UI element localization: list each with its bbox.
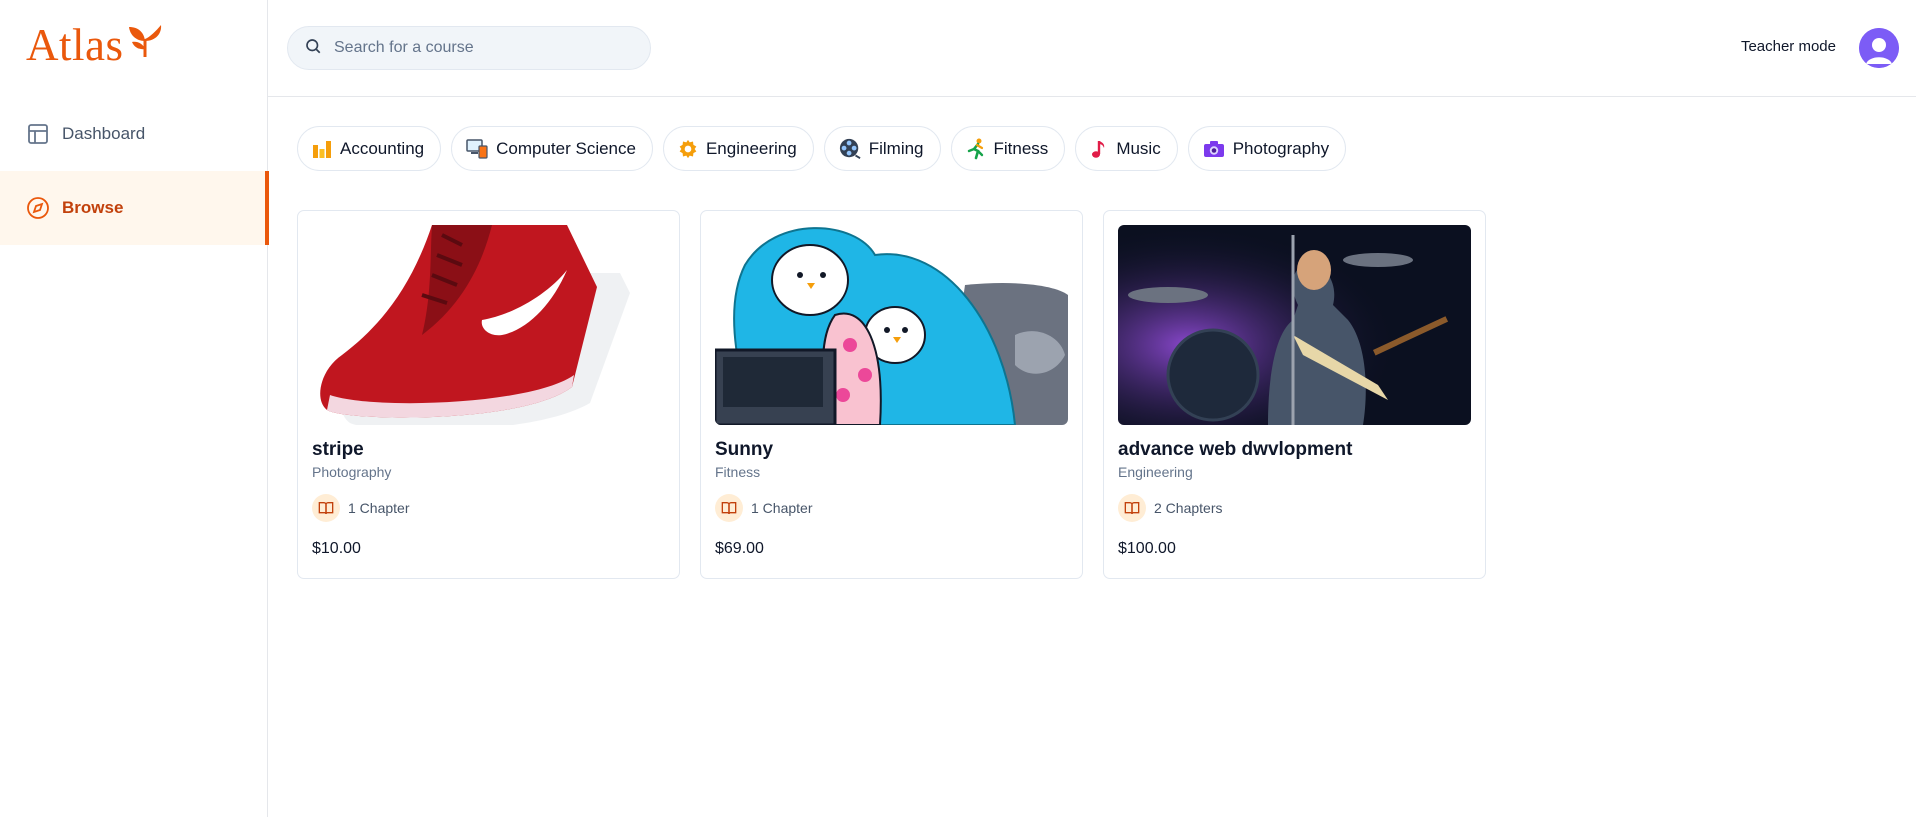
course-price: $69.00 (715, 540, 764, 557)
course-category: Fitness (715, 464, 761, 480)
category-label: Fitness (993, 138, 1049, 158)
course-category: Photography (312, 464, 392, 480)
chapter-count: 1 Chapter (312, 494, 665, 522)
category-fitness[interactable]: Fitness (950, 126, 1066, 171)
sidebar: Atlas Dashboard Browse (0, 0, 269, 817)
course-card[interactable]: Sunny Fitness 1 Chapter $69.00 (700, 210, 1083, 579)
course-card[interactable]: stripe Photography 1 Chapter $10.00 (297, 210, 680, 579)
course-title: advance web dwvlopment (1118, 439, 1353, 460)
course-card[interactable]: advance web dwvlopment Engineering 2 Cha… (1103, 210, 1486, 579)
book-open-icon (312, 494, 340, 522)
search-icon (304, 37, 322, 60)
chapter-count-label: 1 Chapter (348, 500, 410, 516)
course-title: stripe (312, 439, 364, 460)
music-note-icon (1090, 139, 1108, 159)
sidebar-nav: Dashboard Browse (0, 97, 269, 245)
camera-icon (1203, 139, 1225, 159)
app: Atlas Dashboard Browse Search for a cour… (0, 0, 1916, 817)
bar-chart-icon (312, 139, 332, 159)
category-computer-science[interactable]: Computer Science (451, 126, 653, 171)
chapter-count-label: 2 Chapters (1154, 500, 1223, 516)
category-music[interactable]: Music (1075, 126, 1178, 171)
course-category: Engineering (1118, 464, 1193, 480)
course-thumbnail (715, 225, 1068, 425)
category-label: Filming (868, 138, 924, 158)
search-box (287, 26, 651, 70)
category-label: Music (1116, 138, 1161, 158)
book-open-icon (1118, 494, 1146, 522)
layout-icon (26, 122, 50, 146)
book-open-icon (715, 494, 743, 522)
leaf-icon (126, 23, 164, 64)
logo[interactable]: Atlas (26, 22, 164, 68)
chapter-count: 1 Chapter (715, 494, 1068, 522)
category-photography[interactable]: Photography (1187, 126, 1347, 171)
category-accounting[interactable]: Accounting (297, 126, 442, 171)
category-label: Engineering (705, 138, 797, 158)
category-label: Computer Science (496, 138, 636, 158)
gear-icon (678, 139, 698, 159)
course-price: $10.00 (312, 540, 361, 557)
chapter-count-label: 1 Chapter (751, 500, 813, 516)
compass-icon (26, 196, 50, 220)
chapter-count: 2 Chapters (1118, 494, 1471, 522)
category-engineering[interactable]: Engineering (662, 126, 814, 171)
runner-icon (966, 138, 986, 160)
category-filter-bar: Accounting Computer Science Engineering (297, 126, 1347, 171)
course-price: $100.00 (1118, 540, 1176, 557)
logo-text: Atlas (26, 20, 124, 70)
sidebar-item-browse[interactable]: Browse (0, 171, 269, 245)
search-input[interactable] (334, 39, 634, 57)
course-list: stripe Photography 1 Chapter $10.00 Sunn… (297, 210, 1486, 579)
course-thumbnail (312, 225, 665, 425)
teacher-mode-button[interactable]: Teacher mode (1741, 38, 1836, 55)
category-label: Photography (1232, 138, 1330, 158)
category-filming[interactable]: Filming (823, 126, 941, 171)
top-bar: Teacher mode (268, 0, 1916, 97)
course-thumbnail (1118, 225, 1471, 425)
devices-icon (466, 138, 488, 159)
film-reel-icon (839, 138, 861, 160)
user-avatar-icon[interactable] (1859, 28, 1899, 68)
sidebar-item-dashboard[interactable]: Dashboard (0, 97, 268, 171)
course-title: Sunny (715, 439, 774, 460)
sidebar-item-label: Dashboard (62, 124, 146, 143)
category-label: Accounting (340, 138, 425, 158)
sidebar-item-label: Browse (62, 198, 124, 217)
